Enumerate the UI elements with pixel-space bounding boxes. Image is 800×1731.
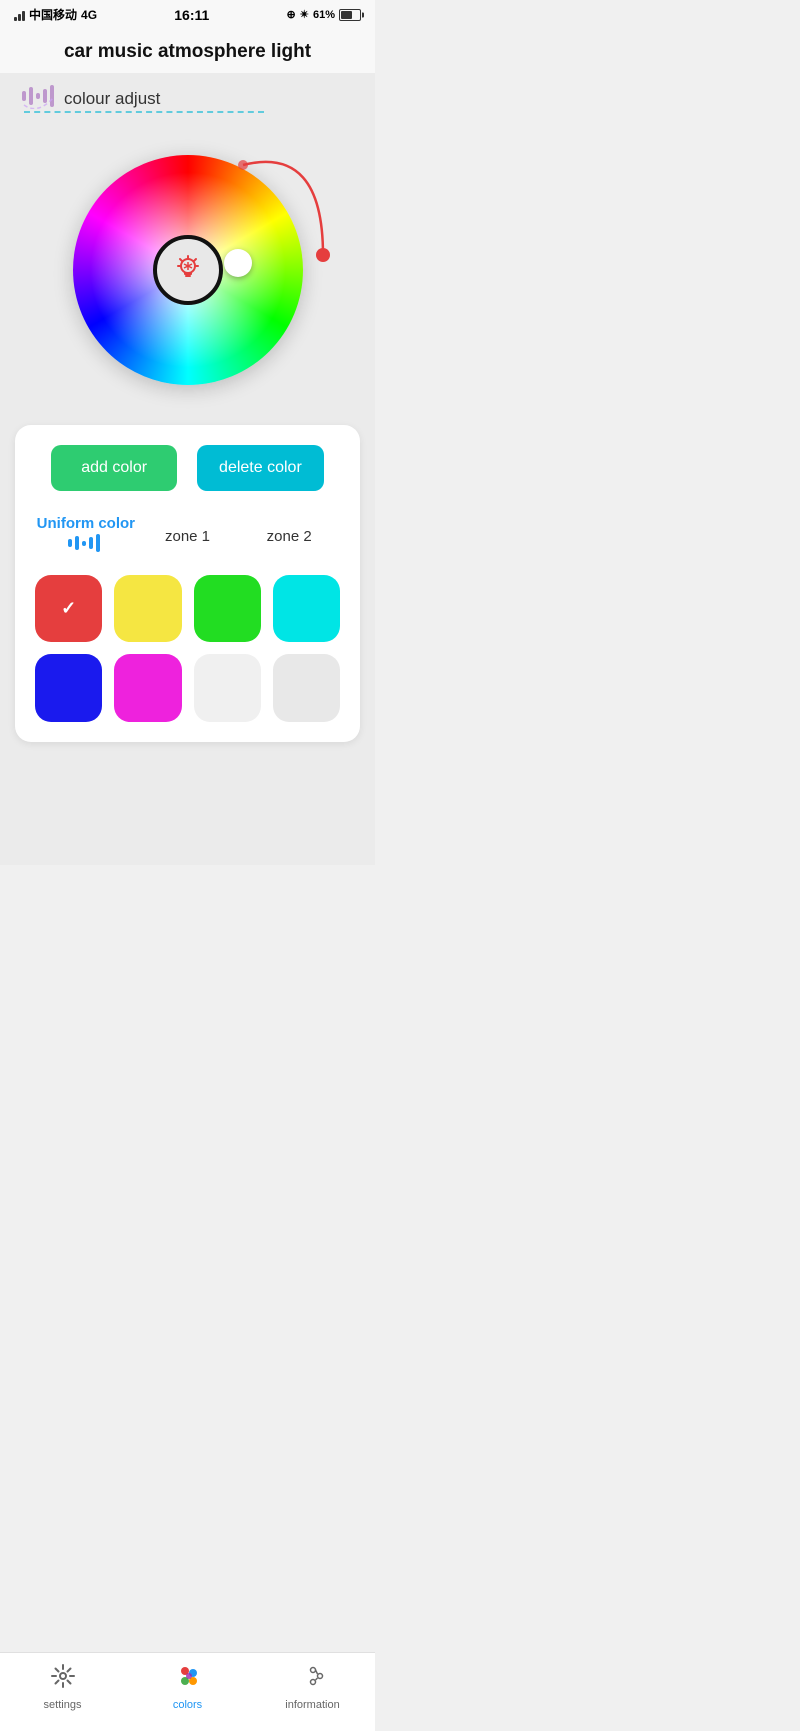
color-swatch-white[interactable] — [194, 654, 261, 721]
color-wheel-section — [0, 115, 375, 415]
color-swatch-cyan[interactable] — [273, 575, 340, 642]
color-panel: add color delete color Uniform color zon… — [15, 425, 360, 742]
color-grid — [35, 575, 340, 722]
color-swatch-green[interactable] — [194, 575, 261, 642]
color-wheel-container[interactable] — [73, 155, 303, 385]
signal-bars — [14, 9, 25, 21]
color-swatch-magenta[interactable] — [114, 654, 181, 721]
delete-color-button[interactable]: delete color — [197, 445, 324, 491]
page-title: car music atmosphere light — [0, 27, 375, 73]
color-swatch-yellow[interactable] — [114, 575, 181, 642]
status-left: 中国移动 4G — [14, 6, 97, 23]
nav-item-settings[interactable]: settings — [0, 1663, 125, 1711]
battery-percent: 61% — [313, 9, 335, 21]
color-swatch-red[interactable] — [35, 575, 102, 642]
zone2-tab[interactable]: zone 2 — [238, 524, 340, 549]
color-picker-dot[interactable] — [224, 249, 252, 277]
music-bars-icon — [66, 534, 106, 557]
status-right: ⊕ ✴ 61% — [287, 8, 361, 21]
tab-area: colour adjust — [0, 73, 375, 115]
nav-item-colors[interactable]: colors — [125, 1663, 250, 1711]
colour-adjust-tab[interactable]: colour adjust — [64, 89, 160, 112]
panel-buttons: add color delete color — [35, 445, 340, 491]
nav-item-information[interactable]: information — [250, 1663, 375, 1711]
nav-settings-label: settings — [44, 1699, 82, 1711]
bluetooth-icon: ✴ — [300, 8, 309, 21]
nav-information-label: information — [285, 1699, 339, 1711]
add-color-button[interactable]: add color — [51, 445, 177, 491]
main-content: colour adjust — [0, 73, 375, 865]
network-label: 4G — [81, 8, 97, 22]
uniform-color-tab[interactable]: Uniform color — [35, 511, 137, 561]
time-display: 16:11 — [174, 7, 209, 23]
bulb-icon — [172, 254, 204, 286]
battery-icon — [339, 9, 361, 21]
zone-tabs: Uniform color zone 1 zone 2 — [35, 511, 340, 561]
carrier-label: 中国移动 — [29, 6, 77, 23]
nav-colors-label: colors — [173, 1699, 202, 1711]
location-icon: ⊕ — [287, 8, 296, 21]
zone1-tab[interactable]: zone 1 — [137, 524, 239, 549]
status-bar: 中国移动 4G 16:11 ⊕ ✴ 61% — [0, 0, 375, 27]
color-wheel-center-button[interactable] — [153, 235, 223, 305]
nav-settings-icon — [50, 1663, 76, 1695]
color-swatch-empty[interactable] — [273, 654, 340, 721]
nav-information-icon — [300, 1663, 326, 1695]
color-swatch-blue[interactable] — [35, 654, 102, 721]
bottom-nav: settings colors information — [0, 1652, 375, 1731]
nav-colors-icon — [175, 1663, 201, 1695]
